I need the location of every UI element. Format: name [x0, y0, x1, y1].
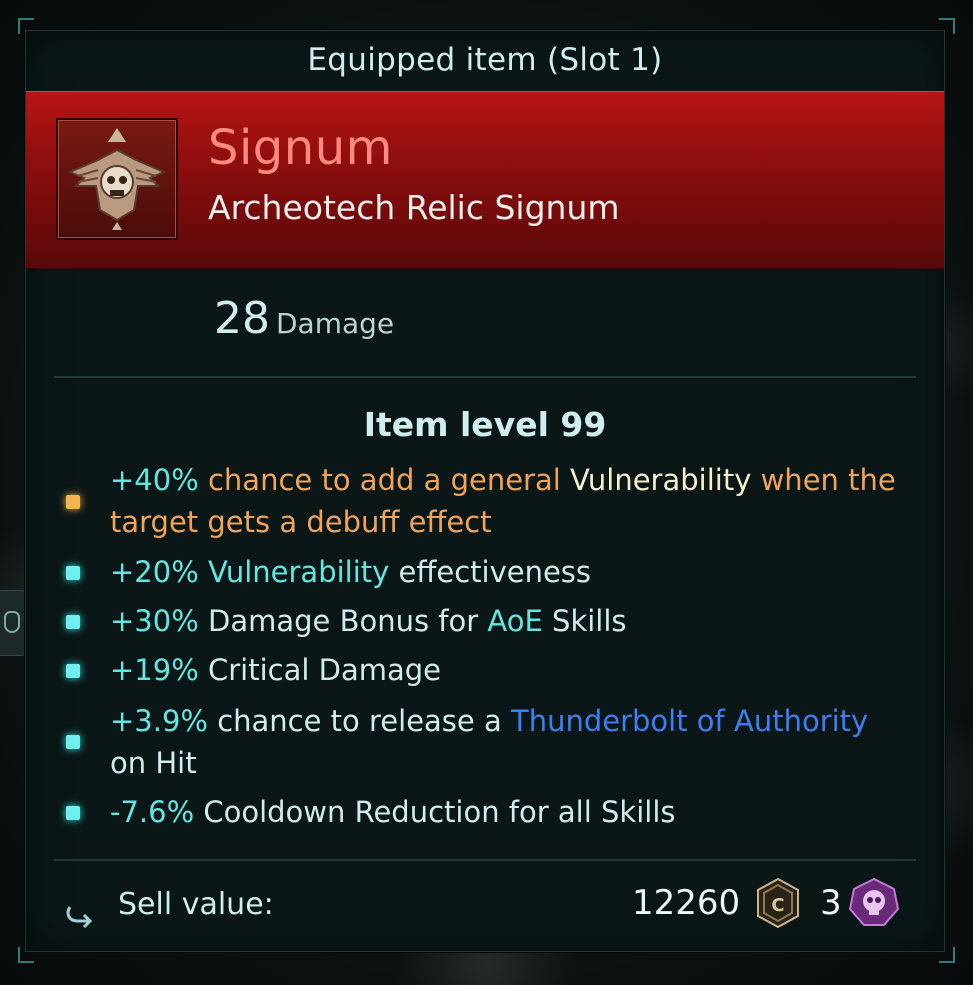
sell-label: Sell value:: [118, 887, 274, 922]
affix-value: +19%: [110, 653, 199, 687]
affix-value: -7.6%: [110, 795, 195, 829]
affix-text: Cooldown Reduction for all Skills: [194, 795, 676, 829]
item-name: Signum: [208, 120, 393, 176]
item-level: Item level 99: [363, 405, 607, 444]
side-tab-icon: [4, 611, 20, 633]
affix-bullet: [66, 495, 80, 509]
skull-eagle-signum-icon: [56, 118, 178, 240]
affix-bullet: [66, 664, 80, 678]
affix-text: Critical Damage: [198, 653, 442, 687]
affix-value: +3.9%: [110, 704, 208, 738]
damage-value: 28: [214, 293, 270, 344]
damage-label: Damage: [276, 307, 395, 340]
thunderbolt-link[interactable]: Thunderbolt of Authority: [511, 704, 868, 738]
affix-value: +40%: [110, 463, 199, 497]
divider: [54, 376, 916, 378]
side-tab[interactable]: [0, 590, 27, 656]
sell-credits: 12260: [632, 883, 741, 923]
divider: [54, 859, 916, 861]
affix-line: +20% Vulnerability effectiveness: [110, 551, 910, 593]
affix-bullet: [66, 806, 80, 820]
svg-text:C: C: [771, 895, 784, 916]
affix-line: +3.9% chance to release a Thunderbolt of…: [110, 700, 910, 784]
affix-text: chance to release a: [207, 704, 511, 738]
affix-text: on Hit: [110, 746, 197, 780]
affix-line: +19% Critical Damage: [110, 649, 910, 691]
damage-stat: 28 Damage: [214, 293, 394, 344]
affix-line: +30% Damage Bonus for AoE Skills: [110, 600, 910, 642]
affix-value: +20%: [110, 555, 199, 589]
item-banner: Signum Archeotech Relic Signum: [26, 91, 944, 269]
sell-arrow-icon: [66, 906, 93, 929]
credits-coin-icon: C: [757, 877, 799, 929]
tooltip-title: Equipped item (Slot 1): [307, 42, 663, 78]
affix-line: +40% chance to add a general Vulnerabili…: [110, 459, 910, 543]
affix-line: -7.6% Cooldown Reduction for all Skills: [110, 791, 910, 833]
affix-text: effectiveness: [389, 555, 592, 589]
affix-text: chance to add a general: [198, 463, 571, 497]
skull-currency-icon: [848, 877, 900, 926]
affix-keyword: Vulnerability: [198, 555, 390, 589]
item-type: Archeotech Relic Signum: [208, 188, 620, 227]
affix-bullet: [66, 615, 80, 629]
item-tooltip: Equipped item (Slot 1) Signum Archeotech…: [25, 30, 945, 952]
affix-bullet: [66, 735, 80, 749]
affix-value: +30%: [110, 604, 199, 638]
skull-count: 3: [820, 883, 842, 923]
affix-keyword: Vulnerability: [570, 463, 752, 497]
affix-bullet: [66, 566, 80, 580]
affix-text: Damage Bonus for: [198, 604, 488, 638]
affix-keyword: AoE: [487, 604, 543, 638]
affix-text: Skills: [542, 604, 627, 638]
